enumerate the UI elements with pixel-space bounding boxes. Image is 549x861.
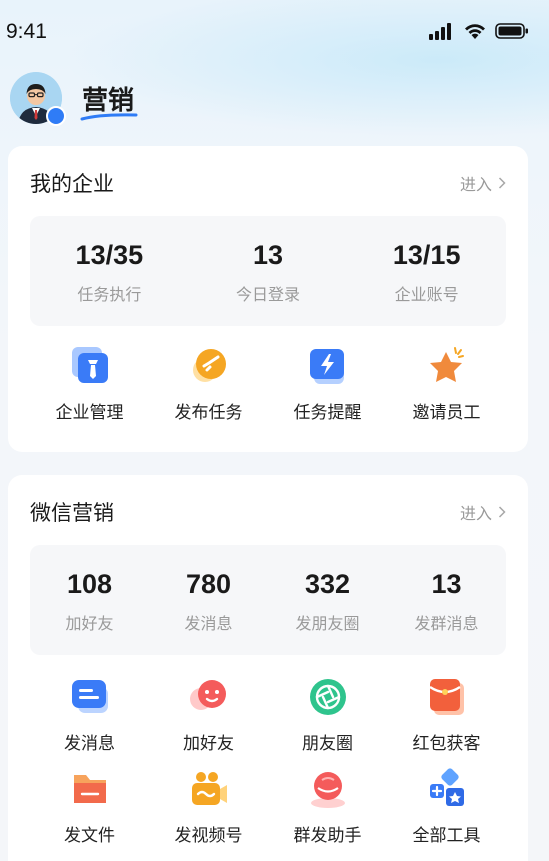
enterprise-card-header: 我的企业 进入 xyxy=(30,168,506,198)
stat-enterprise-accounts[interactable]: 13/15 企业账号 xyxy=(347,216,506,326)
stat-value: 332 xyxy=(304,569,351,599)
wechat-stats-panel: 108 加好友 780 发消息 332 发朋友圈 13 发群消息 xyxy=(30,545,506,655)
all-tools-icon xyxy=(425,767,469,811)
stat-value: 13/35 xyxy=(75,240,144,270)
tool-publish-task[interactable]: 发布任务 xyxy=(149,344,268,436)
tool-label: 发文件 xyxy=(64,826,115,846)
tool-label: 发视频号 xyxy=(174,826,243,846)
enterprise-stats-panel: 13/35 任务执行 13 今日登录 13/15 企业账号 xyxy=(30,216,506,326)
stat-add-friends[interactable]: 108 加好友 xyxy=(30,545,149,655)
stat-label: 今日登录 xyxy=(236,285,301,304)
moments-icon xyxy=(306,675,350,719)
stat-label: 任务执行 xyxy=(77,285,142,304)
stat-label: 加好友 xyxy=(65,614,114,633)
wifi-icon xyxy=(465,24,485,39)
enterprise-card-title: 我的企业 xyxy=(30,172,114,196)
status-time: 9:41 xyxy=(6,20,47,43)
publish-task-icon xyxy=(187,344,231,388)
video-channel-icon xyxy=(187,767,231,811)
tool-send-message[interactable]: 发消息 xyxy=(30,675,149,767)
wechat-enter-label: 进入 xyxy=(459,504,492,523)
enterprise-tools-grid: 企业管理 发布任务 任务提醒 邀请员工 xyxy=(30,344,506,436)
avatar-badge-icon xyxy=(46,106,66,126)
wechat-card-title: 微信营销 xyxy=(30,501,114,525)
status-bar: 9:41 xyxy=(0,0,549,60)
stat-value: 13 xyxy=(252,240,284,270)
tool-add-friend[interactable]: 加好友 xyxy=(149,675,268,767)
stat-label: 发朋友圈 xyxy=(295,614,360,633)
wechat-tools-grid: 发消息 加好友 朋友圈 红包获客 发文件 发视频号 群发助手 全部工具 xyxy=(30,675,506,859)
tool-group-send[interactable]: 群发助手 xyxy=(268,767,387,859)
stat-today-login[interactable]: 13 今日登录 xyxy=(189,216,348,326)
stat-post-moments[interactable]: 332 发朋友圈 xyxy=(268,545,387,655)
stat-task-execution[interactable]: 13/35 任务执行 xyxy=(30,216,189,326)
wechat-marketing-card: 微信营销 进入 108 加好友 780 发消息 332 发朋友圈 13 发群消息 xyxy=(8,475,528,861)
tool-label: 红包获客 xyxy=(412,734,481,754)
page-title: 营销 xyxy=(80,80,138,120)
chevron-right-icon xyxy=(498,177,506,189)
message-icon xyxy=(68,675,112,719)
tool-label: 任务提醒 xyxy=(293,403,362,423)
tool-video-channel[interactable]: 发视频号 xyxy=(149,767,268,859)
stat-group-messages[interactable]: 13 发群消息 xyxy=(387,545,506,655)
stat-value: 13/15 xyxy=(392,240,461,270)
tool-task-reminder[interactable]: 任务提醒 xyxy=(268,344,387,436)
enterprise-enter-label: 进入 xyxy=(459,175,492,194)
page-title-text: 营销 xyxy=(82,85,135,116)
tool-label: 企业管理 xyxy=(55,403,124,423)
tool-enterprise-manage[interactable]: 企业管理 xyxy=(30,344,149,436)
stat-send-messages[interactable]: 780 发消息 xyxy=(149,545,268,655)
title-underline-decoration xyxy=(80,112,138,120)
tool-moments[interactable]: 朋友圈 xyxy=(268,675,387,767)
invite-staff-icon xyxy=(425,344,469,388)
add-friend-icon xyxy=(187,675,231,719)
status-icons xyxy=(429,22,529,40)
tool-red-packet[interactable]: 红包获客 xyxy=(387,675,506,767)
tool-label: 朋友圈 xyxy=(302,734,353,754)
tool-invite-staff[interactable]: 邀请员工 xyxy=(387,344,506,436)
task-reminder-icon xyxy=(306,344,350,388)
tool-label: 发布任务 xyxy=(174,403,243,423)
enterprise-manage-icon xyxy=(68,344,112,388)
stat-value: 108 xyxy=(66,569,113,599)
battery-icon xyxy=(495,23,528,39)
wechat-enter-link[interactable]: 进入 xyxy=(460,500,506,524)
enterprise-enter-link[interactable]: 进入 xyxy=(460,171,506,195)
tool-label: 邀请员工 xyxy=(412,403,481,423)
tool-label: 发消息 xyxy=(64,734,115,754)
file-folder-icon xyxy=(68,767,112,811)
group-send-icon xyxy=(306,767,350,811)
page-header: 营销 xyxy=(10,70,138,126)
tool-all-tools[interactable]: 全部工具 xyxy=(387,767,506,859)
stat-label: 企业账号 xyxy=(394,285,459,304)
tool-send-file[interactable]: 发文件 xyxy=(30,767,149,859)
chevron-right-icon xyxy=(498,506,506,518)
tool-label: 群发助手 xyxy=(293,826,362,846)
stat-label: 发群消息 xyxy=(414,614,479,633)
stat-value: 780 xyxy=(185,569,232,599)
tool-label: 加好友 xyxy=(183,734,234,754)
stat-value: 13 xyxy=(431,569,462,599)
tool-label: 全部工具 xyxy=(412,826,481,846)
avatar[interactable] xyxy=(10,72,66,126)
signal-icon xyxy=(429,23,451,40)
wechat-card-header: 微信营销 进入 xyxy=(30,497,506,527)
stat-label: 发消息 xyxy=(184,614,233,633)
enterprise-card: 我的企业 进入 13/35 任务执行 13 今日登录 13/15 企业账号 企业… xyxy=(8,146,528,452)
red-packet-icon xyxy=(425,675,469,719)
